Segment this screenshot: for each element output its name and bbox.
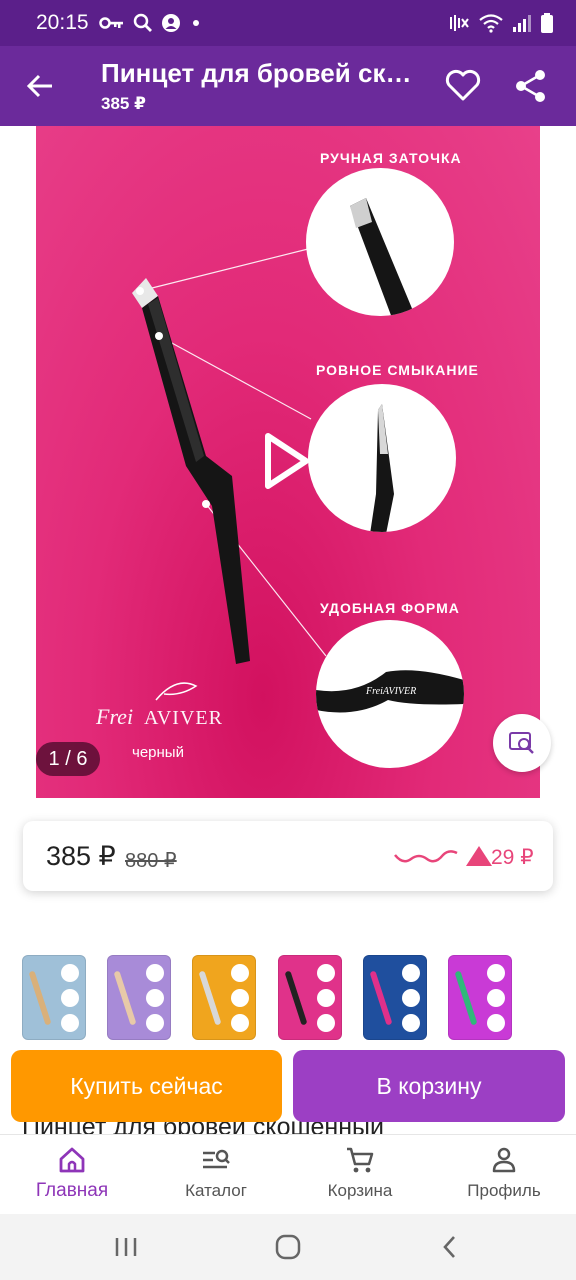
price-up-triangle-icon [466,846,492,866]
status-left-icons [98,13,203,33]
variant-thumb[interactable] [192,955,256,1040]
image-zoom-button[interactable] [493,714,551,772]
favorite-button[interactable] [444,68,482,104]
thumb-tool [28,970,52,1026]
cart-icon [347,1147,374,1173]
signal-icon [513,15,531,32]
thumb-tool [198,970,222,1026]
system-back-button[interactable] [430,1232,470,1262]
dot-icon [192,20,199,26]
variant-thumb[interactable] [22,955,86,1040]
person-icon [492,1147,516,1173]
key-icon [98,17,123,29]
image-search-icon [509,732,534,754]
screen: 20:15 Пинцет для бровей ск… 385 ₽ Frei A… [0,0,576,1280]
svg-text:Frei: Frei [95,704,133,729]
svg-text:AVIVER: AVIVER [144,707,223,729]
bottom-navigation: Главная Каталог Корзина Профиль [0,1134,576,1214]
feature-label-grip: УДОБНАЯ ФОРМА [320,600,460,616]
battery-icon [541,13,553,33]
price-change: 29 ₽ [491,846,534,869]
nav-label-profile: Профиль [467,1181,541,1200]
feature-circle-grip: FreiAVIVER [316,620,464,768]
share-button[interactable] [512,68,550,104]
buy-now-button[interactable]: Купить сейчас [11,1050,282,1122]
nav-label-catalog: Каталог [185,1181,247,1200]
feature-label-alignment: РОВНОЕ СМЫКАНИЕ [316,362,479,378]
thumb-tool [113,970,137,1026]
search-icon [133,13,152,32]
mute-icon [450,15,469,31]
variant-thumb[interactable] [107,955,171,1040]
share-icon [516,70,545,102]
thumb-tool [369,970,393,1026]
tweezers-tip-detail [350,198,416,316]
feature-label-sharpening: РУЧНАЯ ЗАТОЧКА [320,150,462,166]
arrow-back-icon [26,74,52,98]
price-trend-sparkline [394,850,458,863]
heart-icon [445,69,481,101]
nav-label-cart: Корзина [327,1181,393,1200]
feature-circle-alignment [308,384,456,532]
thumb-tool [454,970,478,1026]
thumb-tool [284,970,308,1026]
nav-item-home[interactable]: Главная [0,1135,144,1215]
svg-text:FreiAVIVER: FreiAVIVER [365,686,416,697]
back-chevron-icon [443,1236,455,1258]
recents-icon [115,1238,137,1256]
page-title: Пинцет для бровей ск… [101,58,412,88]
price-card[interactable]: 385 ₽ 880 ₽ 29 ₽ [23,821,553,891]
variant-thumbnails [0,955,576,1043]
wifi-icon [479,14,503,33]
old-price: 880 ₽ [125,850,177,872]
variant-thumb[interactable] [363,955,427,1040]
nav-item-profile[interactable]: Профиль [432,1135,576,1215]
tweezers-grip-detail: FreiAVIVER [316,670,464,713]
feature-circle-sharpening [306,168,454,316]
tweezers-closing-detail [370,404,394,532]
tweezers-illustration: Frei AVIVER черный [95,248,327,761]
product-image-gallery[interactable]: Frei AVIVER черный РУЧНАЯ ЗАТОЧКА РОВНОЕ… [36,126,540,798]
nav-label-home: Главная [35,1180,109,1201]
variant-thumb[interactable] [448,955,512,1040]
home-circle-icon [275,1234,301,1260]
nav-item-cart[interactable]: Корзина [288,1135,432,1215]
status-time: 20:15 [36,11,89,34]
nav-item-catalog[interactable]: Каталог [144,1135,288,1215]
system-home-button[interactable] [268,1232,308,1262]
app-bar: Пинцет для бровей ск… 385 ₽ [0,46,576,126]
recents-button[interactable] [106,1232,146,1262]
variant-thumb-selected[interactable] [278,955,342,1040]
add-to-cart-button[interactable]: В корзину [293,1050,565,1122]
home-icon [59,1147,85,1173]
account-circle-icon [161,14,180,32]
svg-text:черный: черный [132,744,184,761]
catalog-search-icon [203,1149,230,1169]
current-price: 385 ₽ [46,841,116,871]
image-counter-badge: 1 / 6 [36,742,100,776]
status-bar: 20:15 [0,0,576,46]
back-button[interactable] [20,66,60,106]
page-subtitle-price: 385 ₽ [101,94,146,113]
system-navigation-bar [0,1214,576,1280]
status-right-icons [448,12,554,34]
